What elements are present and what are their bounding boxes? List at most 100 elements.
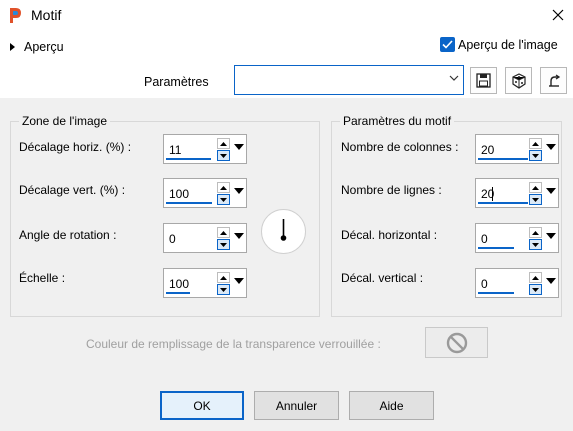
- no-symbol-icon: [446, 332, 467, 353]
- dropdown-arrow-icon[interactable]: [234, 233, 244, 239]
- pattern-settings-title: Paramètres du motif: [340, 114, 455, 128]
- horizontal-offset-label: Décalage horiz. (%) :: [19, 140, 132, 154]
- columns-value: 20: [481, 143, 495, 157]
- arrow-up-icon: [220, 185, 227, 190]
- vertical-offset-value: 100: [169, 187, 190, 201]
- horizontal-shift-label: Décal. horizontal :: [341, 228, 438, 242]
- arrow-up-icon: [532, 141, 539, 146]
- scale-spinner[interactable]: 100: [163, 268, 247, 298]
- arrow-down-icon: [220, 153, 227, 158]
- rows-label: Nombre de lignes :: [341, 183, 442, 197]
- vertical-shift-label: Décal. vertical :: [341, 271, 424, 285]
- arrow-up-icon: [220, 275, 227, 280]
- close-button[interactable]: [543, 0, 573, 30]
- cancel-button[interactable]: Annuler: [254, 391, 339, 420]
- close-icon: [552, 9, 564, 21]
- rows-spinner[interactable]: 20: [475, 178, 559, 208]
- dial-needle-icon: [280, 219, 287, 241]
- increment-button[interactable]: [529, 227, 542, 238]
- preset-bar: Aperçu Aperçu de l'image Paramètres: [0, 30, 573, 98]
- presets-dropdown[interactable]: [234, 65, 464, 95]
- scale-value: 100: [169, 277, 190, 291]
- horizontal-offset-value: 11: [169, 143, 182, 157]
- arrow-up-icon: [532, 185, 539, 190]
- window-title: Motif: [31, 7, 62, 23]
- rows-slider[interactable]: [478, 202, 528, 204]
- text-cursor: [492, 187, 493, 201]
- ok-button[interactable]: OK: [160, 391, 244, 420]
- arrow-up-icon: [532, 230, 539, 235]
- arrow-up-icon: [532, 275, 539, 280]
- dropdown-arrow-icon[interactable]: [234, 188, 244, 194]
- arrow-down-icon: [220, 197, 227, 202]
- dropdown-arrow-icon[interactable]: [234, 144, 244, 150]
- horizontal-shift-spinner[interactable]: 0: [475, 223, 559, 253]
- dropdown-arrow-icon[interactable]: [546, 144, 556, 150]
- increment-button[interactable]: [217, 272, 230, 283]
- arrow-up-icon: [220, 230, 227, 235]
- arrow-down-icon: [532, 153, 539, 158]
- preview-image-checkbox[interactable]: Aperçu de l'image: [440, 37, 558, 52]
- decrement-button[interactable]: [217, 239, 230, 250]
- transparency-fill-label: Couleur de remplissage de la transparenc…: [86, 337, 381, 351]
- vertical-shift-slider[interactable]: [478, 292, 514, 294]
- vertical-shift-spinner[interactable]: 0: [475, 268, 559, 298]
- decrement-button[interactable]: [529, 239, 542, 250]
- checkmark-icon: [440, 37, 455, 52]
- preview-expander[interactable]: Aperçu: [10, 40, 64, 54]
- arrow-down-icon: [220, 287, 227, 292]
- vertical-offset-spinner[interactable]: 100: [163, 178, 247, 208]
- horizontal-offset-spinner[interactable]: 11: [163, 134, 247, 164]
- increment-button[interactable]: [217, 182, 230, 193]
- increment-button[interactable]: [217, 227, 230, 238]
- app-logo-icon: [7, 6, 23, 24]
- horizontal-shift-value: 0: [481, 232, 488, 246]
- transparency-fill-color-button[interactable]: [425, 327, 488, 358]
- scale-label: Échelle :: [19, 271, 66, 285]
- decrement-button[interactable]: [529, 150, 542, 161]
- scale-slider[interactable]: [166, 292, 190, 294]
- columns-label: Nombre de colonnes :: [341, 140, 459, 154]
- dropdown-arrow-icon[interactable]: [546, 188, 556, 194]
- image-zone-title: Zone de l'image: [19, 114, 111, 128]
- horizontal-shift-slider[interactable]: [478, 247, 514, 249]
- decrement-button[interactable]: [529, 284, 542, 295]
- arrow-down-icon: [220, 242, 227, 247]
- reset-button[interactable]: [540, 67, 567, 94]
- randomize-icon: [511, 72, 526, 89]
- vertical-offset-label: Décalage vert. (%) :: [19, 183, 126, 197]
- vertical-shift-value: 0: [481, 277, 488, 291]
- increment-button[interactable]: [529, 138, 542, 149]
- vertical-offset-slider[interactable]: [166, 202, 212, 204]
- preview-image-label: Aperçu de l'image: [458, 37, 558, 52]
- save-icon: [476, 73, 491, 88]
- rotation-angle-spinner[interactable]: 0: [163, 223, 247, 253]
- columns-slider[interactable]: [478, 158, 528, 160]
- dropdown-arrow-icon[interactable]: [234, 278, 244, 284]
- increment-button[interactable]: [529, 272, 542, 283]
- title-bar: Motif: [0, 0, 573, 30]
- presets-label: Paramètres: [144, 75, 209, 89]
- chevron-down-icon: [449, 75, 459, 81]
- dropdown-arrow-icon[interactable]: [546, 233, 556, 239]
- decrement-button[interactable]: [217, 284, 230, 295]
- arrow-down-icon: [532, 287, 539, 292]
- decrement-button[interactable]: [217, 194, 230, 205]
- horizontal-offset-slider[interactable]: [166, 158, 211, 160]
- decrement-button[interactable]: [217, 150, 230, 161]
- increment-button[interactable]: [529, 182, 542, 193]
- dropdown-arrow-icon[interactable]: [546, 278, 556, 284]
- randomize-button[interactable]: [505, 67, 532, 94]
- reset-icon: [548, 73, 560, 87]
- help-button[interactable]: Aide: [349, 391, 434, 420]
- arrow-down-icon: [532, 197, 539, 202]
- increment-button[interactable]: [217, 138, 230, 149]
- rotation-angle-value: 0: [169, 232, 176, 246]
- preview-expander-label: Aperçu: [24, 40, 64, 54]
- save-preset-button[interactable]: [470, 67, 497, 94]
- columns-spinner[interactable]: 20: [475, 134, 559, 164]
- arrow-down-icon: [532, 242, 539, 247]
- expand-triangle-icon: [10, 43, 15, 51]
- rotation-dial[interactable]: [261, 209, 306, 254]
- decrement-button[interactable]: [529, 194, 542, 205]
